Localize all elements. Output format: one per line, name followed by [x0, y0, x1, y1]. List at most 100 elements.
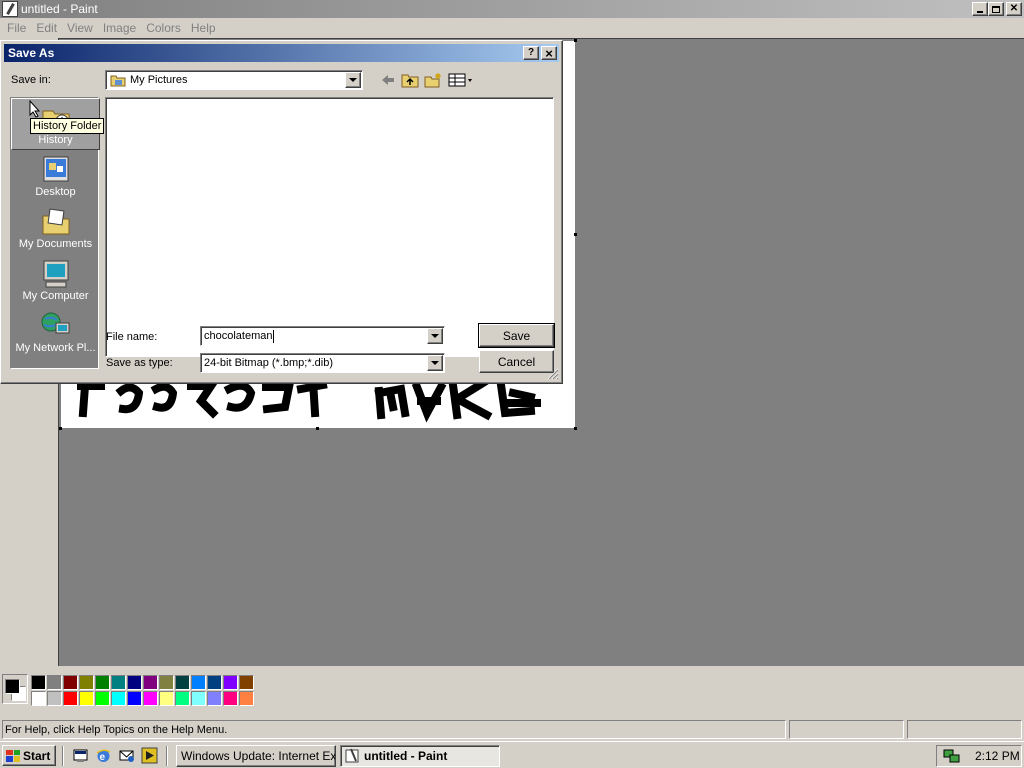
palette-color-swatch[interactable]	[239, 675, 254, 690]
up-folder-icon	[401, 74, 419, 88]
cancel-button[interactable]: Cancel	[479, 350, 554, 373]
palette-color-swatch[interactable]	[143, 691, 158, 706]
palette-color-swatch[interactable]	[239, 691, 254, 706]
save-button[interactable]: Save	[478, 323, 555, 348]
palette-color-swatch[interactable]	[191, 691, 206, 706]
file-list-view[interactable]	[105, 97, 554, 357]
file-name-label: File name:	[106, 331, 158, 343]
outlook-express-icon[interactable]	[118, 747, 135, 764]
clock[interactable]: 2:12 PM	[975, 749, 1020, 763]
save-in-dropdown[interactable]: My Pictures	[105, 70, 363, 90]
close-button[interactable]: ✕	[1006, 2, 1022, 16]
places-bar: History Desktop My Documents My Computer…	[10, 97, 100, 369]
palette-color-swatch[interactable]	[31, 691, 46, 706]
foreground-color-swatch	[5, 679, 20, 694]
save-as-type-dropdown[interactable]: 24-bit Bitmap (*.bmp;*.dib)	[200, 353, 445, 373]
place-my-documents-label: My Documents	[18, 238, 93, 250]
taskbar-separator	[62, 746, 64, 766]
palette-color-swatch[interactable]	[63, 675, 78, 690]
palette-color-swatch[interactable]	[63, 691, 78, 706]
save-as-dialog: Save As ? × Save in: My Pictures History	[0, 40, 563, 384]
history-tooltip: History Folder	[30, 118, 105, 134]
palette-color-swatch[interactable]	[95, 675, 110, 690]
svg-text:e: e	[100, 752, 106, 763]
task-paint-label: untitled - Paint	[364, 749, 448, 763]
place-network-places[interactable]: My Network Pl...	[11, 306, 100, 358]
file-name-field[interactable]: chocolateman	[200, 326, 445, 346]
palette-color-swatch[interactable]	[127, 691, 142, 706]
media-player-icon[interactable]	[141, 747, 158, 764]
task-windows-update[interactable]: Windows Update: Internet Exp...	[176, 745, 336, 767]
save-as-type-dropdown-arrow[interactable]	[427, 355, 443, 371]
palette-color-swatch[interactable]	[207, 691, 222, 706]
palette-color-swatch[interactable]	[111, 691, 126, 706]
save-in-label: Save in:	[11, 74, 51, 86]
palette-color-swatch[interactable]	[31, 675, 46, 690]
help-icon: ?	[527, 47, 535, 58]
palette-color-swatch[interactable]	[223, 675, 238, 690]
place-my-documents[interactable]: My Documents	[11, 202, 100, 254]
palette-color-swatch[interactable]	[79, 691, 94, 706]
menu-colors[interactable]: Colors	[141, 21, 186, 35]
view-menu-button[interactable]	[447, 70, 475, 90]
network-places-icon	[40, 310, 72, 342]
palette-color-swatch[interactable]	[159, 675, 174, 690]
palette-color-swatch[interactable]	[175, 691, 190, 706]
back-button[interactable]	[377, 70, 399, 90]
resize-handle-bottom-right[interactable]	[574, 427, 577, 430]
paint-title-bar: untitled - Paint ✕	[0, 0, 1024, 18]
close-icon: ✕	[1009, 3, 1019, 14]
menu-bar: File Edit View Image Colors Help	[0, 18, 1024, 38]
start-label: Start	[23, 748, 51, 763]
save-in-dropdown-arrow[interactable]	[345, 72, 361, 88]
palette-color-swatch[interactable]	[143, 675, 158, 690]
back-arrow-icon	[382, 75, 394, 85]
view-menu-icon	[448, 73, 472, 87]
resize-handle-bottom-left[interactable]	[59, 427, 62, 430]
resize-handle-bottom[interactable]	[316, 427, 319, 430]
file-name-dropdown-arrow[interactable]	[427, 328, 443, 344]
taskbar-separator-2	[166, 746, 168, 766]
network-tray-icon[interactable]	[943, 748, 961, 764]
palette-color-swatch[interactable]	[175, 675, 190, 690]
status-help-text: For Help, click Help Topics on the Help …	[2, 720, 786, 739]
show-desktop-icon[interactable]	[72, 747, 89, 764]
save-as-type-value: 24-bit Bitmap (*.bmp;*.dib)	[204, 357, 333, 369]
minimize-button[interactable]	[972, 2, 988, 16]
menu-file[interactable]: File	[2, 21, 31, 35]
menu-image[interactable]: Image	[98, 21, 141, 35]
resize-handle-right[interactable]	[574, 233, 577, 236]
palette-color-swatch[interactable]	[79, 675, 94, 690]
palette-color-swatch[interactable]	[159, 691, 174, 706]
start-button[interactable]: Start	[2, 745, 56, 766]
palette-color-swatch[interactable]	[127, 675, 142, 690]
up-one-level-button[interactable]	[399, 70, 421, 90]
menu-edit[interactable]: Edit	[31, 21, 62, 35]
paint-app-icon	[2, 1, 18, 17]
restore-button[interactable]	[988, 2, 1004, 16]
palette-color-swatch[interactable]	[47, 691, 62, 706]
dialog-help-button[interactable]: ?	[523, 46, 539, 60]
file-name-value: chocolateman	[204, 330, 273, 342]
task-paint[interactable]: untitled - Paint	[340, 745, 500, 767]
dialog-title-bar: Save As ? ×	[4, 44, 559, 62]
palette-color-swatch[interactable]	[95, 691, 110, 706]
palette-color-swatch[interactable]	[47, 675, 62, 690]
palette-color-swatch[interactable]	[223, 691, 238, 706]
place-my-computer[interactable]: My Computer	[11, 254, 100, 306]
color-palette	[0, 666, 1024, 716]
palette-color-swatch[interactable]	[191, 675, 206, 690]
palette-color-swatch[interactable]	[207, 675, 222, 690]
status-bar: For Help, click Help Topics on the Help …	[0, 718, 1024, 740]
menu-view[interactable]: View	[62, 21, 98, 35]
resize-grip-icon[interactable]	[547, 368, 559, 380]
internet-explorer-icon[interactable]: e	[95, 747, 112, 764]
menu-help[interactable]: Help	[186, 21, 221, 35]
create-new-folder-button[interactable]	[422, 70, 444, 90]
place-desktop[interactable]: Desktop	[11, 150, 100, 202]
status-coords-cell	[789, 720, 904, 739]
text-caret	[272, 329, 274, 343]
dialog-close-button[interactable]: ×	[541, 46, 557, 60]
palette-color-swatch[interactable]	[111, 675, 126, 690]
resize-handle-top-right[interactable]	[574, 39, 577, 42]
